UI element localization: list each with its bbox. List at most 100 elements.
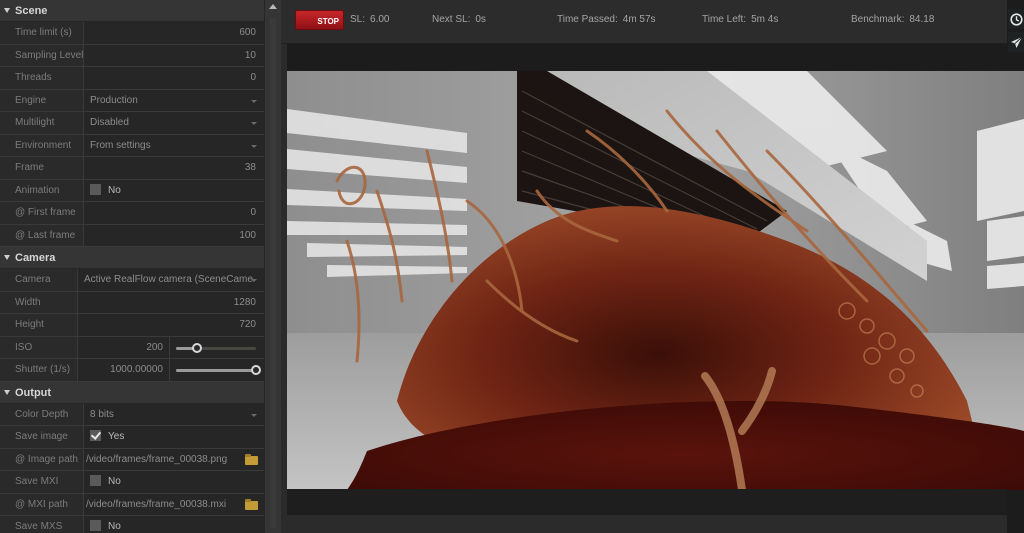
row-shutter: Shutter (1/s) 1000.00000 xyxy=(0,359,264,382)
image-path-text: /video/frames/frame_00038.png xyxy=(86,453,228,465)
row-threads: Threads 0 xyxy=(0,67,264,90)
camera-select[interactable]: Active RealFlow camera (SceneCame xyxy=(78,269,264,291)
save-mxs-checkbox[interactable] xyxy=(90,520,101,531)
mxi-path-field[interactable]: /video/frames/frame_00038.mxi xyxy=(84,494,264,516)
field-label: Width xyxy=(0,291,78,313)
row-last-frame: @ Last frame 100 xyxy=(0,224,264,247)
section-header-scene[interactable]: Scene xyxy=(0,0,264,22)
stat-label: Benchmark: xyxy=(851,14,905,25)
row-frame: Frame 38 xyxy=(0,157,264,180)
fluid-splash-render xyxy=(287,71,1024,490)
sampling-level-input[interactable]: 10 xyxy=(84,45,264,67)
field-label: @ Image path xyxy=(0,448,84,470)
render-toolbar: STOP SL: 6.00 Next SL: 0s Time Passed: 4m 5… xyxy=(281,0,1007,44)
row-save-mxs: Save MXS No xyxy=(0,516,264,533)
row-first-frame: @ First frame 0 xyxy=(0,202,264,225)
stat-label: Time Passed: xyxy=(557,14,618,25)
row-image-path: @ Image path /video/frames/frame_00038.p… xyxy=(0,448,264,471)
field-label: Animation xyxy=(0,179,84,201)
clock-icon xyxy=(1009,12,1023,26)
row-height: Height 720 xyxy=(0,314,264,337)
animation-checkbox[interactable] xyxy=(90,183,101,195)
checkbox-label: No xyxy=(108,476,121,487)
threads-input[interactable]: 0 xyxy=(84,67,264,89)
send-button[interactable] xyxy=(1008,32,1024,52)
save-image-checkbox[interactable] xyxy=(90,430,101,441)
render-viewport xyxy=(281,44,1024,533)
section-header-output[interactable]: Output xyxy=(0,381,264,404)
collapse-triangle-icon xyxy=(4,389,10,395)
row-animation: Animation No xyxy=(0,179,264,202)
environment-select[interactable]: From settings xyxy=(84,135,264,157)
stop-button[interactable]: STOP xyxy=(295,10,344,30)
collapse-triangle-icon xyxy=(4,8,10,13)
stat-label: Time Left: xyxy=(702,14,747,25)
stat-label: Next SL: xyxy=(432,14,471,25)
checkbox-label: No xyxy=(108,184,121,196)
row-width: Width 1280 xyxy=(0,291,264,314)
field-label: Save MXI xyxy=(0,471,84,493)
field-label: Time limit (s) xyxy=(0,22,84,44)
settings-scroll-area: Scene Time limit (s) 600 Sampling Level … xyxy=(0,0,264,533)
last-frame-input[interactable]: 100 xyxy=(84,225,264,247)
slider-knob[interactable] xyxy=(191,342,202,353)
row-environment: Environment From settings xyxy=(0,134,264,157)
row-color-depth: Color Depth 8 bits xyxy=(0,403,264,426)
field-label: Multilight xyxy=(0,112,84,134)
save-image-toggle[interactable]: Yes xyxy=(84,426,264,448)
render-preview-image[interactable] xyxy=(287,71,1024,490)
scrollbar-track[interactable] xyxy=(270,18,276,528)
save-mxi-checkbox[interactable] xyxy=(90,475,101,486)
multilight-select[interactable]: Disabled xyxy=(84,112,264,134)
save-mxi-toggle[interactable]: No xyxy=(84,471,264,493)
stat-benchmark: Benchmark: 84.18 xyxy=(851,14,934,25)
frame-input[interactable]: 38 xyxy=(84,157,264,179)
render-bottom-border xyxy=(287,489,1007,515)
shutter-input[interactable]: 1000.00000 xyxy=(78,359,170,381)
send-icon xyxy=(1010,36,1022,48)
save-mxs-toggle[interactable]: No xyxy=(84,516,264,533)
field-label: Frame xyxy=(0,157,84,179)
row-iso: ISO 200 xyxy=(0,336,264,359)
history-button[interactable] xyxy=(1008,9,1024,29)
field-label: @ MXI path xyxy=(0,493,84,515)
color-depth-select[interactable]: 8 bits xyxy=(84,404,264,426)
iso-input[interactable]: 200 xyxy=(78,336,170,358)
engine-select[interactable]: Production xyxy=(84,90,264,112)
shutter-slider[interactable] xyxy=(170,359,264,381)
row-camera: Camera Active RealFlow camera (SceneCame xyxy=(0,269,264,292)
field-label: Engine xyxy=(0,89,84,111)
section-title: Camera xyxy=(15,252,56,264)
folder-icon[interactable] xyxy=(245,453,258,465)
field-label: Save image xyxy=(0,426,84,448)
row-save-image: Save image Yes xyxy=(0,426,264,449)
image-path-field[interactable]: /video/frames/frame_00038.png xyxy=(84,449,264,471)
stat-value: 84.18 xyxy=(909,14,935,25)
stat-next-sl: Next SL: 0s xyxy=(432,14,486,25)
stat-time-passed: Time Passed: 4m 57s xyxy=(557,14,656,25)
animation-toggle[interactable]: No xyxy=(84,180,264,202)
width-input[interactable]: 1280 xyxy=(78,292,264,314)
time-limit-input[interactable]: 600 xyxy=(84,22,264,44)
slider-fill xyxy=(176,369,256,372)
height-input[interactable]: 720 xyxy=(78,314,264,336)
field-label: ISO xyxy=(0,336,78,358)
field-label: Threads xyxy=(0,67,84,89)
scroll-up-arrow-icon[interactable] xyxy=(269,4,277,9)
render-top-border xyxy=(287,44,1007,71)
stat-value: 4m 57s xyxy=(622,14,656,25)
stat-value: 0s xyxy=(475,14,486,25)
slider-knob[interactable] xyxy=(251,365,261,375)
section-title: Scene xyxy=(15,5,48,17)
first-frame-input[interactable]: 0 xyxy=(84,202,264,224)
stat-sl: SL: 6.00 xyxy=(350,14,389,25)
iso-slider[interactable] xyxy=(170,337,264,359)
folder-icon[interactable] xyxy=(245,498,258,510)
row-save-mxi: Save MXI No xyxy=(0,471,264,494)
section-header-camera[interactable]: Camera xyxy=(0,247,264,269)
field-label: Camera xyxy=(0,269,78,291)
mxi-path-text: /video/frames/frame_00038.mxi xyxy=(86,498,227,510)
panel-scrollbar[interactable] xyxy=(264,0,281,533)
stat-label: SL: xyxy=(350,14,366,25)
field-label: Sampling Level xyxy=(0,44,84,66)
